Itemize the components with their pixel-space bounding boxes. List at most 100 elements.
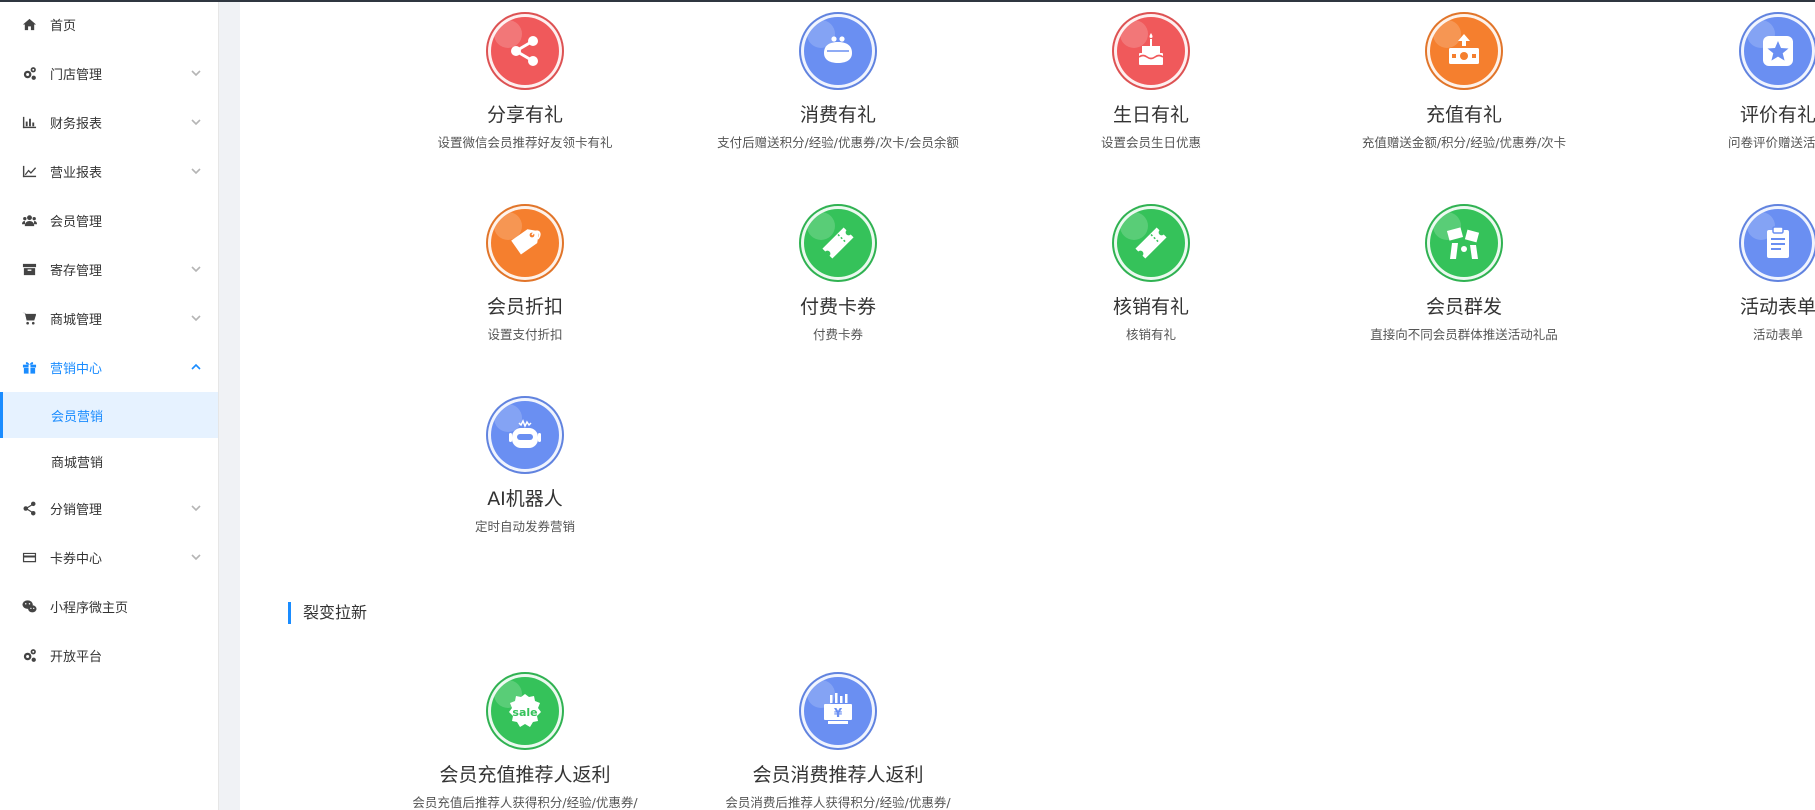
card-title: 分享有礼 <box>486 104 563 126</box>
purse-icon <box>799 12 877 90</box>
sidebar-item-coupons[interactable]: 卡券中心 <box>0 533 218 582</box>
cart-icon <box>20 310 38 328</box>
sidebar-item-label: 卡券中心 <box>50 552 103 567</box>
sidebar: 首页 门店管理 财务报表 营业报表 会员管理 寄存管理 商城管理 营销中心 会员… <box>0 0 219 810</box>
robot-icon <box>486 396 564 474</box>
card-member-broadcast[interactable]: 会员群发 直接向不同会员群体推送活动礼品 <box>1319 204 1609 344</box>
main-content: 分享有礼 设置微信会员推荐好友领卡有礼 消费有礼 支付后赠送积分/经验/优惠券/… <box>240 0 1815 810</box>
sidebar-item-miniprogram[interactable]: 小程序微主页 <box>0 582 218 631</box>
sidebar-item-label: 商城管理 <box>50 313 103 328</box>
chevron-down-icon <box>190 165 202 177</box>
yen-text: ¥ <box>834 706 843 720</box>
broadcast-icon <box>1425 204 1503 282</box>
sidebar-subitem-label: 会员营销 <box>51 409 104 425</box>
sidebar-item-finance[interactable]: 财务报表 <box>0 98 218 147</box>
ticket-icon <box>799 204 877 282</box>
card-desc: 充值赠送金额/积分/经验/优惠券/次卡 <box>1361 135 1567 150</box>
ticket-icon <box>1112 204 1190 282</box>
cake-icon <box>1112 12 1190 90</box>
card-title: 会员充值推荐人返利 <box>439 764 611 786</box>
card-title: 核销有礼 <box>1112 296 1189 318</box>
card-desc: 核销有礼 <box>1125 327 1176 342</box>
sidebar-item-label: 财务报表 <box>50 117 103 132</box>
card-share-gift[interactable]: 分享有礼 设置微信会员推荐好友领卡有礼 <box>380 12 670 152</box>
sidebar-item-label: 会员管理 <box>50 215 103 230</box>
sidebar-item-label: 门店管理 <box>50 68 103 83</box>
sidebar-item-members[interactable]: 会员管理 <box>0 196 218 245</box>
card-title: 消费有礼 <box>799 104 876 126</box>
card-desc: 设置微信会员推荐好友领卡有礼 <box>437 135 613 150</box>
card-writeoff-gift[interactable]: 核销有礼 核销有礼 <box>1006 204 1296 344</box>
card-desc: 支付后赠送积分/经验/优惠券/次卡/会员余额 <box>717 135 959 150</box>
sidebar-subitem-member-marketing[interactable]: 会员营销 <box>0 392 218 438</box>
card-icon <box>20 549 38 567</box>
archive-icon <box>20 261 38 279</box>
chevron-down-icon <box>190 116 202 128</box>
card-desc: 付费卡券 <box>812 327 863 342</box>
money-upload-icon <box>1425 12 1503 90</box>
sidebar-subitem-label: 商城营销 <box>51 455 104 471</box>
sidebar-item-label: 分销管理 <box>50 503 103 518</box>
card-desc: 问卷评价赠送活动 <box>1727 135 1815 150</box>
users-icon <box>20 212 38 230</box>
content-gutter <box>219 0 240 810</box>
yen-chart-icon: ¥ <box>799 672 877 750</box>
gears-icon <box>20 647 38 665</box>
card-review-gift[interactable]: 评价有礼 问卷评价赠送活动 <box>1633 12 1815 152</box>
card-title: 充值有礼 <box>1425 104 1502 126</box>
card-desc: 会员充值后推荐人获得积分/经验/优惠券/ <box>412 795 638 810</box>
card-recharge-referral[interactable]: sale 会员充值推荐人返利 会员充值后推荐人获得积分/经验/优惠券/ <box>380 672 670 810</box>
gears-icon <box>20 65 38 83</box>
gift-icon <box>20 359 38 377</box>
chevron-down-icon <box>190 502 202 514</box>
chevron-down-icon <box>190 263 202 275</box>
card-desc: 设置支付折扣 <box>487 327 563 342</box>
sidebar-item-business[interactable]: 营业报表 <box>0 147 218 196</box>
wechat-icon <box>20 598 38 616</box>
card-consume-gift[interactable]: 消费有礼 支付后赠送积分/经验/优惠券/次卡/会员余额 <box>693 12 983 152</box>
card-desc: 会员消费后推荐人获得积分/经验/优惠券/ <box>725 795 951 810</box>
sidebar-item-marketing[interactable]: 营销中心 <box>0 343 218 392</box>
sidebar-item-label: 开放平台 <box>50 650 103 665</box>
card-consume-referral[interactable]: ¥ 会员消费推荐人返利 会员消费后推荐人获得积分/经验/优惠券/ <box>693 672 983 810</box>
sidebar-item-store[interactable]: 门店管理 <box>0 49 218 98</box>
card-title: 评价有礼 <box>1739 104 1815 126</box>
card-birthday-gift[interactable]: 生日有礼 设置会员生日优惠 <box>1006 12 1296 152</box>
sidebar-item-label: 营业报表 <box>50 166 103 181</box>
clipboard-icon <box>1739 204 1815 282</box>
chevron-up-icon <box>190 361 202 373</box>
card-title: 付费卡券 <box>799 296 876 318</box>
card-recharge-gift[interactable]: 充值有礼 充值赠送金额/积分/经验/优惠券/次卡 <box>1319 12 1609 152</box>
card-title: AI机器人 <box>487 488 563 510</box>
sidebar-item-home[interactable]: 首页 <box>0 0 218 49</box>
card-member-discount[interactable]: 会员折扣 设置支付折扣 <box>380 204 670 344</box>
card-ai-robot[interactable]: AI机器人 定时自动发券营销 <box>380 396 670 536</box>
top-border <box>0 0 1815 2</box>
share-icon <box>20 500 38 518</box>
chevron-down-icon <box>190 551 202 563</box>
tag-icon <box>486 204 564 282</box>
card-title: 活动表单 <box>1739 296 1815 318</box>
sidebar-item-label: 寄存管理 <box>50 264 103 279</box>
sidebar-item-open-platform[interactable]: 开放平台 <box>0 631 218 680</box>
card-title: 会员折扣 <box>486 296 563 318</box>
card-desc: 设置会员生日优惠 <box>1100 135 1201 150</box>
card-title: 会员消费推荐人返利 <box>752 764 924 786</box>
star-icon <box>1739 12 1815 90</box>
sidebar-item-label: 营销中心 <box>50 362 103 377</box>
card-title: 会员群发 <box>1425 296 1502 318</box>
sidebar-item-mall[interactable]: 商城管理 <box>0 294 218 343</box>
sidebar-item-storage[interactable]: 寄存管理 <box>0 245 218 294</box>
section-title: 裂变拉新 <box>288 602 367 624</box>
bar-chart-icon <box>20 114 38 132</box>
sale-badge-icon: sale <box>486 672 564 750</box>
card-paid-coupon[interactable]: 付费卡券 付费卡券 <box>693 204 983 344</box>
card-desc: 定时自动发券营销 <box>474 519 575 534</box>
line-chart-icon <box>20 163 38 181</box>
sidebar-item-distribution[interactable]: 分销管理 <box>0 484 218 533</box>
share-icon <box>486 12 564 90</box>
card-activity-form[interactable]: 活动表单 活动表单 <box>1633 204 1815 344</box>
chevron-down-icon <box>190 312 202 324</box>
sidebar-subitem-mall-marketing[interactable]: 商城营销 <box>0 438 218 484</box>
sale-badge-text: sale <box>512 706 537 719</box>
